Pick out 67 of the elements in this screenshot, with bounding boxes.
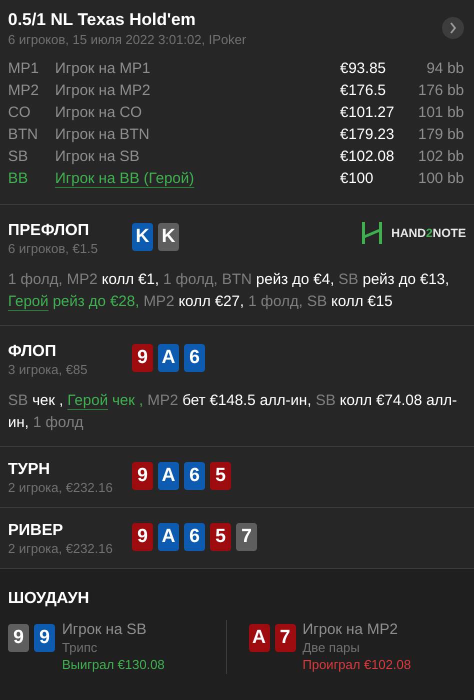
seat-position: CO — [8, 102, 32, 123]
street-title: РИВЕР — [8, 521, 64, 541]
street-info: 6 игроков, €1.5 — [8, 241, 99, 257]
playing-card: 7 — [274, 624, 296, 652]
seat-position: MP1 — [8, 58, 40, 79]
street-info: 2 игрока, €232.16 — [8, 541, 114, 557]
stack-bb: 100 bb — [417, 168, 465, 189]
playing-card: A — [158, 344, 179, 372]
playing-card: 9 — [132, 523, 153, 551]
playing-card: 6 — [184, 462, 205, 490]
playing-card: 5 — [210, 523, 231, 551]
street-title: ТУРН — [8, 460, 51, 480]
seat-position: MP2 — [8, 80, 40, 101]
playing-card: A — [158, 462, 179, 490]
player-name: Игрок на MP2 — [55, 80, 150, 101]
playing-card: K — [132, 223, 153, 251]
player-name: Игрок на CO — [55, 102, 142, 123]
playing-card: 9 — [132, 462, 153, 490]
stack-amount: €179.23 — [340, 124, 396, 145]
stack-bb: 179 bb — [417, 124, 465, 145]
playing-card: 6 — [184, 344, 205, 372]
playing-card: 9 — [34, 624, 55, 652]
chevron-right-icon — [449, 22, 457, 34]
hand-combination: Две пары — [302, 640, 361, 656]
playing-card: 7 — [236, 523, 257, 551]
hand-combination: Трипс — [62, 640, 98, 656]
playing-card: K — [158, 223, 179, 251]
hand-subtitle: 6 игроков, 15 июля 2022 3:01:02, IPoker — [8, 31, 248, 49]
stack-amount: €100 — [340, 168, 374, 189]
playing-card: 9 — [132, 344, 153, 372]
playing-card: A — [248, 624, 270, 652]
hand-title: 0.5/1 NL Texas Hold'em — [8, 9, 197, 31]
hand-result: Выиграл €130.08 — [62, 656, 165, 674]
playing-card: A — [158, 523, 179, 551]
seat-position: BTN — [8, 124, 39, 145]
street-title: ФЛОП — [8, 342, 58, 362]
stack-bb: 176 bb — [417, 80, 465, 101]
stack-amount: €101.27 — [340, 102, 396, 123]
logo-icon — [361, 221, 384, 245]
stack-amount: €93.85 — [340, 58, 387, 79]
playing-card: 5 — [210, 462, 231, 490]
hero-link[interactable]: Герой — [67, 392, 108, 409]
action-log: 1 фолд, MP2 колл €1, 1 фолд, BTN рейз до €4, SB рейз до €13, Герой рейз до €28, MP2 колл €27, 1 фолд, SB колл €15 — [8, 270, 450, 312]
next-button[interactable] — [442, 17, 464, 39]
seat-position: BB — [8, 168, 30, 189]
street-info: 2 игрока, €232.16 — [8, 480, 114, 496]
stack-bb: 94 bb — [425, 58, 465, 79]
playing-card: 9 — [8, 624, 29, 652]
player-name: Игрок на BTN — [55, 124, 150, 145]
hero-link[interactable]: Герой — [8, 293, 49, 310]
player-name: Игрок на MP1 — [55, 58, 150, 79]
action-log: SB чек , Герой чек , MP2 бет €148.5 алл-ин, SB колл €74.08 алл-ин, 1 фолд — [8, 391, 458, 433]
playing-card: 6 — [184, 523, 205, 551]
hero-player-link[interactable]: Игрок на BB (Герой) — [55, 168, 194, 190]
seat-position: SB — [8, 146, 30, 167]
stack-bb: 102 bb — [417, 146, 465, 167]
stack-bb: 101 bb — [417, 102, 465, 123]
street-title: ПРЕФЛОП — [8, 221, 90, 241]
street-info: 3 игрока, €85 — [8, 362, 88, 378]
logo-text: HAND2NOTE — [391, 225, 466, 242]
stack-amount: €102.08 — [340, 146, 396, 167]
hand-result: Проиграл €102.08 — [302, 656, 411, 674]
showdown-player: Игрок на MP2 — [302, 620, 399, 640]
showdown-player: Игрок на SB — [62, 620, 148, 640]
player-name: Игрок на SB — [55, 146, 140, 167]
showdown-title: ШОУДАУН — [8, 589, 90, 609]
stack-amount: €176.5 — [340, 80, 387, 101]
